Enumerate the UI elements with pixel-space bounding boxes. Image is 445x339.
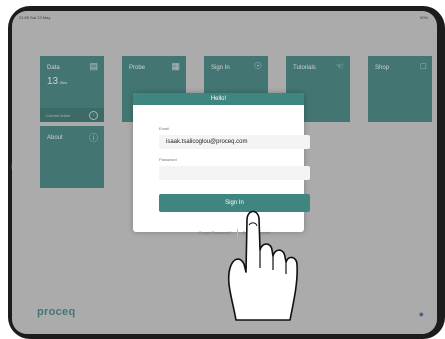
tapping-hand-illustration xyxy=(227,210,298,321)
